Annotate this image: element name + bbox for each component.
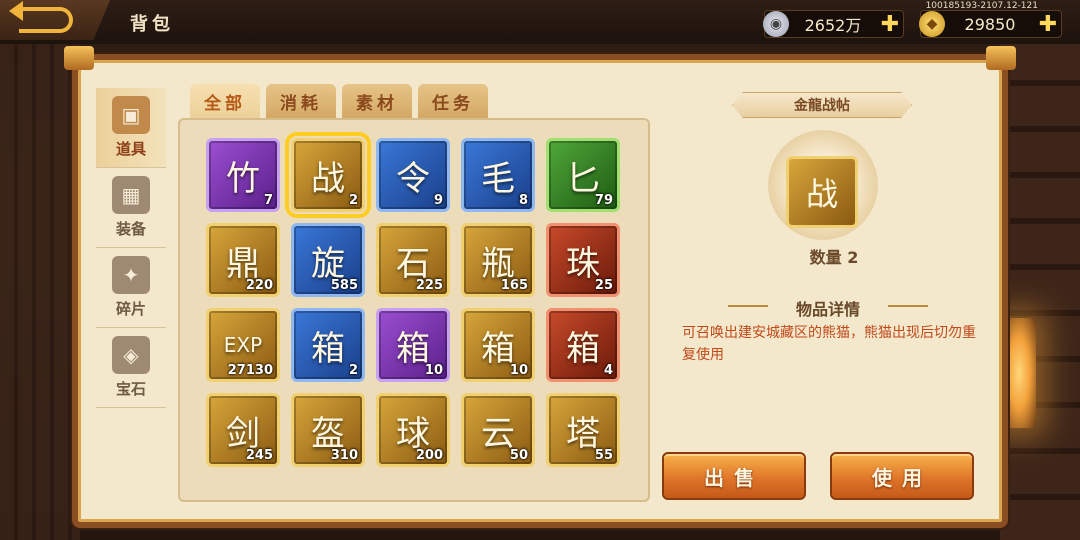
item-slot[interactable]: 云 50 bbox=[461, 393, 535, 467]
back-button[interactable] bbox=[0, 0, 110, 40]
armor-icon: ▦ bbox=[112, 176, 150, 214]
item-slot[interactable]: 令9 bbox=[376, 138, 450, 212]
chest-icon: ▣ bbox=[112, 96, 150, 134]
item-count: 50 bbox=[509, 448, 528, 463]
item-count: 225 bbox=[415, 278, 443, 293]
item-count: 2 bbox=[348, 193, 358, 208]
gold-currency: ◆ 29850 ✚ bbox=[919, 10, 1062, 38]
item-count: 245 bbox=[245, 448, 273, 463]
item-slot[interactable]: 剑 245 bbox=[206, 393, 280, 467]
item-slot[interactable]: 箱 10 bbox=[461, 308, 535, 382]
side-tab-label: 装备 bbox=[115, 220, 146, 238]
tab-material[interactable]: 素材 bbox=[342, 84, 412, 118]
item-slot[interactable]: 毛8 bbox=[461, 138, 535, 212]
item-count: 27130 bbox=[227, 363, 273, 378]
inventory-panel: ▣ 道具 ▦ 装备 ✦ 碎片 ◈ 宝石 全部 消耗 素材 任务 竹7战2令9毛8… bbox=[64, 46, 1016, 528]
item-slot[interactable]: EXP 27130 bbox=[206, 308, 280, 382]
quantity-label: 数量 2 bbox=[809, 248, 859, 267]
item-count: 10 bbox=[509, 363, 528, 378]
item-count: 7 bbox=[263, 193, 273, 208]
item-slot[interactable]: 瓶 165 bbox=[461, 223, 535, 297]
item-slot[interactable]: 盔 310 bbox=[291, 393, 365, 467]
background-right bbox=[1000, 40, 1080, 540]
item-count: 4 bbox=[603, 363, 613, 378]
item-grid-area: 竹 7 战 2 令 9 毛 8 匕 79 鼎 220 旋 585 石 225 瓶 165 珠 25 EXP 27130 箱 2… bbox=[178, 118, 650, 502]
item-slot[interactable]: 箱 10 bbox=[376, 308, 450, 382]
item-slot[interactable]: 竹7 bbox=[206, 138, 280, 212]
item-slot[interactable]: 箱4 bbox=[546, 308, 620, 382]
item-count: 200 bbox=[415, 448, 443, 463]
item-count: 55 bbox=[594, 448, 613, 463]
gold-amount: 29850 bbox=[964, 14, 1016, 34]
use-button[interactable]: 使用 bbox=[830, 452, 974, 500]
item-slot[interactable]: 旋 585 bbox=[291, 223, 365, 297]
item-count: 2 bbox=[348, 363, 358, 378]
side-tab-label: 宝石 bbox=[115, 380, 146, 398]
item-slot[interactable]: 箱2 bbox=[291, 308, 365, 382]
page-title: 背包 bbox=[130, 14, 174, 35]
item-name-banner: 金龍战帖 bbox=[732, 92, 912, 118]
side-tab-fragments[interactable]: ✦ 碎片 bbox=[96, 248, 166, 328]
item-slot[interactable]: 石 225 bbox=[376, 223, 450, 297]
silver-currency: ◉ 2652万 ✚ bbox=[763, 10, 904, 38]
item-slot[interactable]: 战2 bbox=[285, 132, 371, 218]
item-count: 165 bbox=[500, 278, 528, 293]
sell-button[interactable]: 出售 bbox=[662, 452, 806, 500]
item-count: 9 bbox=[433, 193, 443, 208]
item-count: 10 bbox=[424, 363, 443, 378]
item-slot[interactable]: 球 200 bbox=[376, 393, 450, 467]
add-gold-button[interactable]: ✚ bbox=[1035, 12, 1061, 37]
item-slot[interactable]: 塔 55 bbox=[546, 393, 620, 467]
gold-ingot-icon: ◆ bbox=[919, 11, 945, 37]
tab-quest[interactable]: 任务 bbox=[418, 84, 488, 118]
item-count: 310 bbox=[330, 448, 358, 463]
side-tab-label: 碎片 bbox=[115, 300, 146, 318]
selected-item-preview: 战 bbox=[786, 156, 858, 228]
tab-consumable[interactable]: 消耗 bbox=[266, 84, 336, 118]
category-tabs: 全部 消耗 素材 任务 bbox=[190, 84, 488, 118]
silver-coin-icon: ◉ bbox=[763, 11, 789, 37]
item-grid: 竹 7 战 2 令 9 毛 8 匕 79 鼎 220 旋 585 石 225 瓶 165 珠 25 EXP 27130 箱 2… bbox=[206, 132, 620, 467]
silver-amount: 2652万 bbox=[804, 16, 862, 35]
tab-all[interactable]: 全部 bbox=[190, 84, 260, 118]
background-left bbox=[0, 40, 80, 540]
item-slot[interactable]: 匕 79 bbox=[546, 138, 620, 212]
side-tab-label: 道具 bbox=[115, 140, 146, 158]
side-tab-equipment[interactable]: ▦ 装备 bbox=[96, 168, 166, 248]
side-tab-items[interactable]: ▣ 道具 bbox=[96, 88, 166, 168]
item-slot[interactable]: 鼎 220 bbox=[206, 223, 280, 297]
puzzle-icon: ✦ bbox=[112, 256, 150, 294]
item-count: 79 bbox=[594, 193, 613, 208]
detail-section-title: 物品详情 bbox=[728, 296, 928, 320]
scroll-icon: 战 bbox=[805, 175, 838, 213]
side-tabs: ▣ 道具 ▦ 装备 ✦ 碎片 ◈ 宝石 bbox=[96, 88, 166, 408]
item-count: 220 bbox=[245, 278, 273, 293]
item-count: 585 bbox=[330, 278, 358, 293]
add-silver-button[interactable]: ✚ bbox=[877, 12, 903, 37]
item-description: 可召唤出建安城藏区的熊猫，熊猫出现后切勿重复使用 bbox=[682, 325, 976, 363]
back-arrow-icon bbox=[9, 1, 73, 33]
item-count: 8 bbox=[518, 193, 528, 208]
item-slot[interactable]: 珠 25 bbox=[546, 223, 620, 297]
item-count: 25 bbox=[594, 278, 613, 293]
top-bar: 背包 100185193-2107.12-121 ◉ 2652万 ✚ ◆ 298… bbox=[0, 0, 1080, 44]
side-tab-gems[interactable]: ◈ 宝石 bbox=[96, 328, 166, 408]
gem-icon: ◈ bbox=[112, 336, 150, 374]
